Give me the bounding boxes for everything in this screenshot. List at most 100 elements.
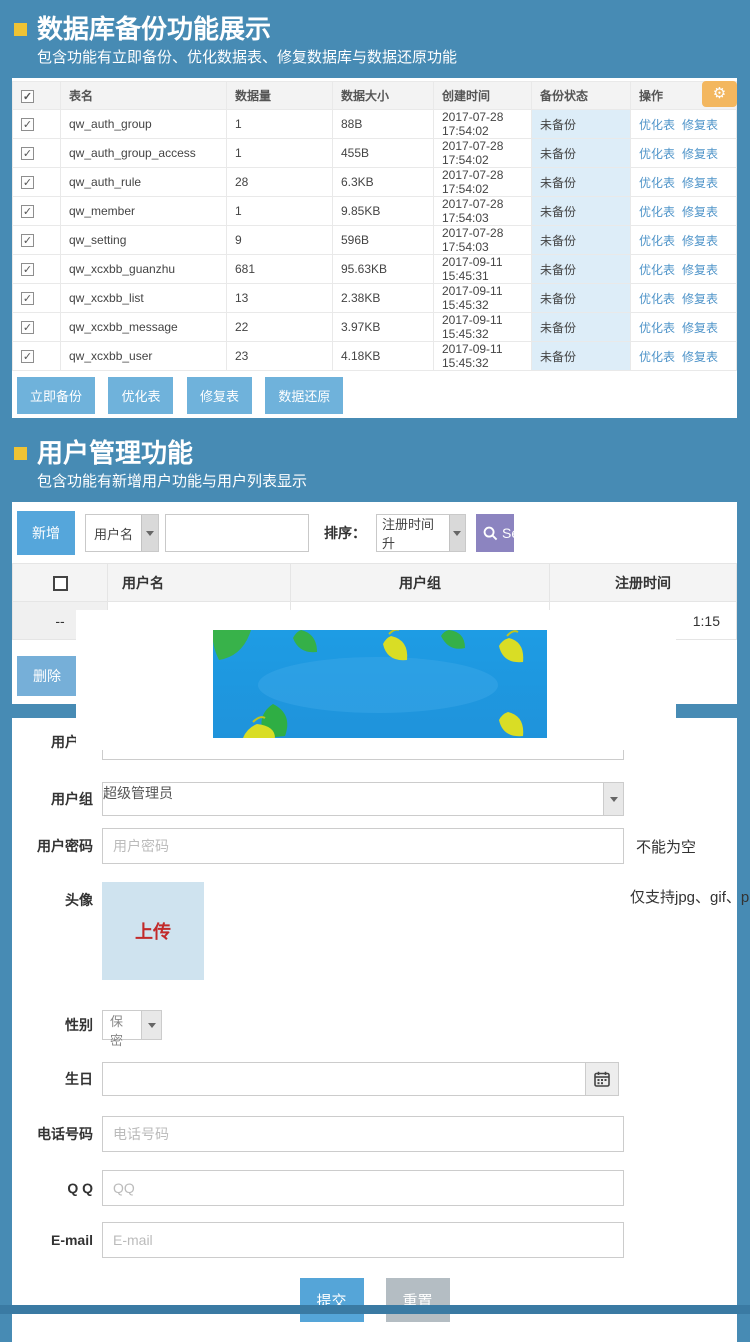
sort-select[interactable]: 注册时间升 xyxy=(376,514,466,552)
cell-table-name: qw_xcxbb_user xyxy=(61,342,227,371)
user-toolbar: 新增 用户名 排序： 注册时间升 Search xyxy=(12,511,737,555)
restore-button[interactable]: 数据还原 xyxy=(265,377,343,414)
backup-now-button[interactable]: 立即备份 xyxy=(17,377,95,414)
cell-size: 6.3KB xyxy=(333,168,434,197)
cell-size: 596B xyxy=(333,226,434,255)
qq-field[interactable] xyxy=(102,1170,624,1206)
calendar-button[interactable] xyxy=(586,1062,619,1096)
select-all-checkbox[interactable] xyxy=(53,576,68,591)
reset-button[interactable]: 重置 xyxy=(386,1278,450,1322)
password-field[interactable] xyxy=(102,828,624,864)
leaf-banner-image xyxy=(213,630,547,738)
backup-table: ✓ 表名 数据量 数据大小 创建时间 备份状态 操作 ✓ qw_auth_gro… xyxy=(12,81,737,371)
repair-link[interactable]: 修复表 xyxy=(682,234,718,248)
row-checkbox[interactable]: ✓ xyxy=(21,234,34,247)
row-checkbox[interactable]: ✓ xyxy=(21,321,34,334)
search-field-value: 用户名 xyxy=(86,515,141,551)
cell-count: 22 xyxy=(227,313,333,342)
calendar-icon xyxy=(594,1071,610,1087)
repair-link[interactable]: 修复表 xyxy=(682,321,718,335)
upload-avatar-button[interactable]: 上传 xyxy=(102,882,204,980)
user-section-header: 用户管理功能 包含功能有新增用户功能与用户列表显示 xyxy=(0,438,750,492)
gear-icon: ⚙ xyxy=(713,85,726,102)
table-row: ✓ qw_xcxbb_list 13 2.38KB 2017-09-11 15:… xyxy=(13,284,737,313)
optimize-link[interactable]: 优化表 xyxy=(639,321,675,335)
col-header-username: 用户名 xyxy=(108,564,291,602)
optimize-link[interactable]: 优化表 xyxy=(639,263,675,277)
cell-size: 95.63KB xyxy=(333,255,434,284)
row-checkbox[interactable]: ✓ xyxy=(21,350,34,363)
birthday-label: 生日 xyxy=(12,1069,102,1089)
repair-link[interactable]: 修复表 xyxy=(682,118,718,132)
row-checkbox[interactable]: ✓ xyxy=(21,205,34,218)
row-checkbox[interactable]: ✓ xyxy=(21,292,34,305)
cell-count: 1 xyxy=(227,139,333,168)
col-header-regtime: 注册时间 xyxy=(550,564,737,602)
cell-table-name: qw_xcxbb_message xyxy=(61,313,227,342)
cell-created: 2017-07-28 17:54:03 xyxy=(434,226,532,255)
add-user-button[interactable]: 新增 xyxy=(17,511,75,555)
backup-actions: 立即备份 优化表 修复表 数据还原 xyxy=(17,377,737,414)
optimize-link[interactable]: 优化表 xyxy=(639,292,675,306)
repair-link[interactable]: 修复表 xyxy=(682,205,718,219)
cell-created: 2017-07-28 17:54:02 xyxy=(434,168,532,197)
phone-field[interactable] xyxy=(102,1116,624,1152)
cell-count: 1 xyxy=(227,197,333,226)
optimize-link[interactable]: 优化表 xyxy=(639,176,675,190)
qq-label: Q Q xyxy=(12,1180,102,1196)
optimize-link[interactable]: 优化表 xyxy=(639,205,675,219)
cell-table-name: qw_auth_group xyxy=(61,110,227,139)
user-table-header-row: 用户名 用户组 注册时间 xyxy=(13,564,737,602)
cell-size: 4.18KB xyxy=(333,342,434,371)
cell-created: 2017-09-11 15:45:32 xyxy=(434,342,532,371)
cell-table-name: qw_member xyxy=(61,197,227,226)
chevron-down-icon xyxy=(141,1011,161,1039)
optimize-button[interactable]: 优化表 xyxy=(108,377,173,414)
search-input[interactable] xyxy=(165,514,309,552)
col-header-status: 备份状态 xyxy=(532,82,631,110)
sort-value: 注册时间升 xyxy=(377,515,449,551)
search-button[interactable]: Search xyxy=(476,514,514,552)
settings-tab[interactable]: ⚙ xyxy=(702,81,737,107)
col-header-group: 用户组 xyxy=(291,564,550,602)
group-value: 超级管理员 xyxy=(103,783,603,815)
gender-label: 性别 xyxy=(12,1015,102,1035)
table-row: ✓ qw_auth_group_access 1 455B 2017-07-28… xyxy=(13,139,737,168)
table-row: ✓ qw_xcxbb_guanzhu 681 95.63KB 2017-09-1… xyxy=(13,255,737,284)
col-header-count: 数据量 xyxy=(227,82,333,110)
table-row: ✓ qw_auth_rule 28 6.3KB 2017-07-28 17:54… xyxy=(13,168,737,197)
repair-link[interactable]: 修复表 xyxy=(682,176,718,190)
avatar-label: 头像 xyxy=(12,890,102,910)
row-checkbox[interactable]: ✓ xyxy=(21,147,34,160)
search-field-select[interactable]: 用户名 xyxy=(85,514,159,552)
email-field[interactable] xyxy=(102,1222,624,1258)
col-header-created: 创建时间 xyxy=(434,82,532,110)
optimize-link[interactable]: 优化表 xyxy=(639,350,675,364)
cell-status: 未备份 xyxy=(532,255,631,284)
repair-link[interactable]: 修复表 xyxy=(682,292,718,306)
password-label: 用户密码 xyxy=(12,836,102,856)
gender-select[interactable]: 保密 xyxy=(102,1010,162,1040)
birthday-field[interactable] xyxy=(102,1062,586,1096)
cell-created: 2017-07-28 17:54:02 xyxy=(434,139,532,168)
row-checkbox[interactable]: ✓ xyxy=(21,176,34,189)
row-checkbox[interactable]: ✓ xyxy=(21,263,34,276)
row-checkbox[interactable]: ✓ xyxy=(21,118,34,131)
cell-count: 23 xyxy=(227,342,333,371)
cell-status: 未备份 xyxy=(532,110,631,139)
table-row: ✓ qw_auth_group 1 88B 2017-07-28 17:54:0… xyxy=(13,110,737,139)
submit-button[interactable]: 提交 xyxy=(300,1278,364,1322)
cell-created: 2017-07-28 17:54:03 xyxy=(434,197,532,226)
repair-link[interactable]: 修复表 xyxy=(682,147,718,161)
gender-value: 保密 xyxy=(103,1011,141,1039)
optimize-link[interactable]: 优化表 xyxy=(639,234,675,248)
delete-button[interactable]: 删除 xyxy=(17,656,77,696)
select-all-checkbox[interactable]: ✓ xyxy=(21,90,34,103)
search-icon xyxy=(483,526,498,541)
repair-link[interactable]: 修复表 xyxy=(682,350,718,364)
repair-button[interactable]: 修复表 xyxy=(187,377,252,414)
group-select[interactable]: 超级管理员 xyxy=(102,782,624,816)
repair-link[interactable]: 修复表 xyxy=(682,263,718,277)
optimize-link[interactable]: 优化表 xyxy=(639,147,675,161)
optimize-link[interactable]: 优化表 xyxy=(639,118,675,132)
